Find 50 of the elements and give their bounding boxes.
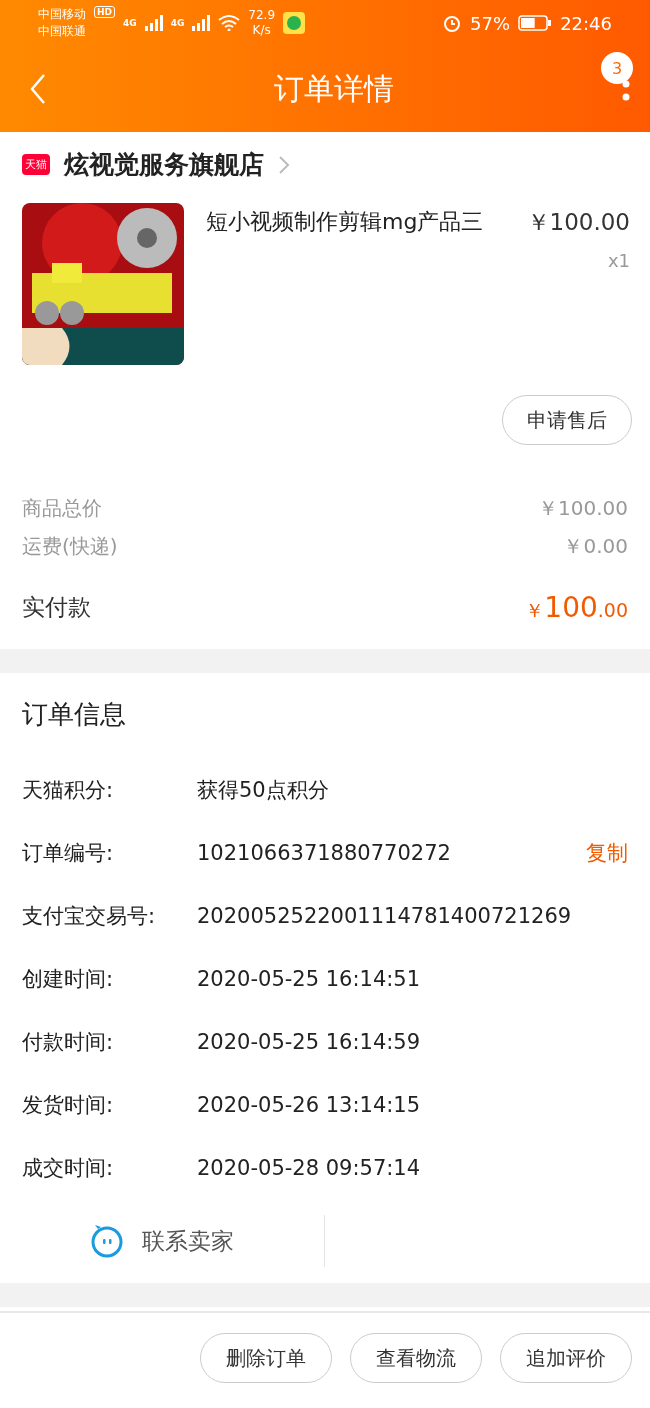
after-sales-button[interactable]: 申请售后 bbox=[502, 395, 632, 445]
info-value: 2020-05-26 13:14:15 bbox=[197, 1092, 422, 1117]
carrier-name: 中国移动 bbox=[38, 6, 86, 23]
alarm-icon bbox=[442, 13, 463, 33]
network-speed: 72.9 bbox=[248, 8, 276, 23]
battery-icon bbox=[518, 15, 553, 31]
cost-label: 运费(快递) bbox=[22, 532, 118, 560]
info-label: 付款时间: bbox=[22, 1028, 115, 1056]
info-label: 支付宝交易号: bbox=[22, 902, 157, 930]
info-value: 获得50点积分 bbox=[197, 776, 330, 804]
order-action-button[interactable]: 查看物流 bbox=[350, 1333, 482, 1383]
notification-badge: 3 bbox=[601, 52, 633, 84]
cost-label: 商品总价 bbox=[22, 494, 102, 522]
order-action-button[interactable]: 追加评价 bbox=[500, 1333, 632, 1383]
info-label: 成交时间: bbox=[22, 1154, 115, 1182]
hd-indicator: HD bbox=[94, 6, 115, 18]
clock: 22:46 bbox=[560, 12, 612, 34]
product-price: ￥100.00 bbox=[526, 208, 630, 237]
cost-value: ￥0.00 bbox=[563, 532, 628, 560]
total-amount: ￥100.00 bbox=[525, 590, 628, 624]
section-title: 订单信息 bbox=[21, 698, 127, 731]
music-app-icon bbox=[283, 12, 306, 34]
info-label: 订单编号: bbox=[22, 839, 115, 867]
back-icon[interactable] bbox=[30, 74, 46, 104]
order-action-button[interactable]: 删除订单 bbox=[200, 1333, 332, 1383]
cost-value: ￥100.00 bbox=[538, 494, 628, 522]
info-label: 天猫积分: bbox=[22, 776, 115, 804]
signal-icon bbox=[192, 15, 211, 31]
network-type: 4G bbox=[170, 18, 185, 28]
signal-icon bbox=[144, 15, 163, 31]
info-value: 2020-05-25 16:14:59 bbox=[197, 1029, 422, 1054]
info-value: 2020-05-25 16:14:51 bbox=[197, 966, 422, 991]
battery-percent: 57% bbox=[470, 12, 511, 34]
info-value: 2020-05-28 09:57:14 bbox=[197, 1155, 422, 1180]
store-badge: 天猫 bbox=[22, 154, 50, 175]
product-quantity: x1 bbox=[607, 250, 630, 271]
carrier-name: 中国联通 bbox=[38, 23, 86, 40]
shop-name[interactable]: 炫视觉服务旗舰店 bbox=[64, 148, 264, 181]
network-type: 4G bbox=[123, 18, 137, 28]
total-label: 实付款 bbox=[22, 592, 91, 622]
product-name[interactable]: 短小视频制作剪辑mg产品三 bbox=[206, 203, 505, 365]
info-value: 2020052522001114781400721269 bbox=[197, 903, 573, 928]
info-value: 1021066371880770272 bbox=[197, 840, 452, 865]
contact-seller-button[interactable]: 联系卖家 bbox=[0, 1215, 325, 1267]
chevron-right-icon[interactable] bbox=[278, 154, 290, 175]
info-label: 发货时间: bbox=[22, 1091, 115, 1119]
info-label: 创建时间: bbox=[22, 965, 115, 993]
speed-unit: K/s bbox=[252, 23, 271, 38]
chat-face-icon bbox=[90, 1224, 124, 1258]
wifi-icon bbox=[218, 15, 241, 31]
